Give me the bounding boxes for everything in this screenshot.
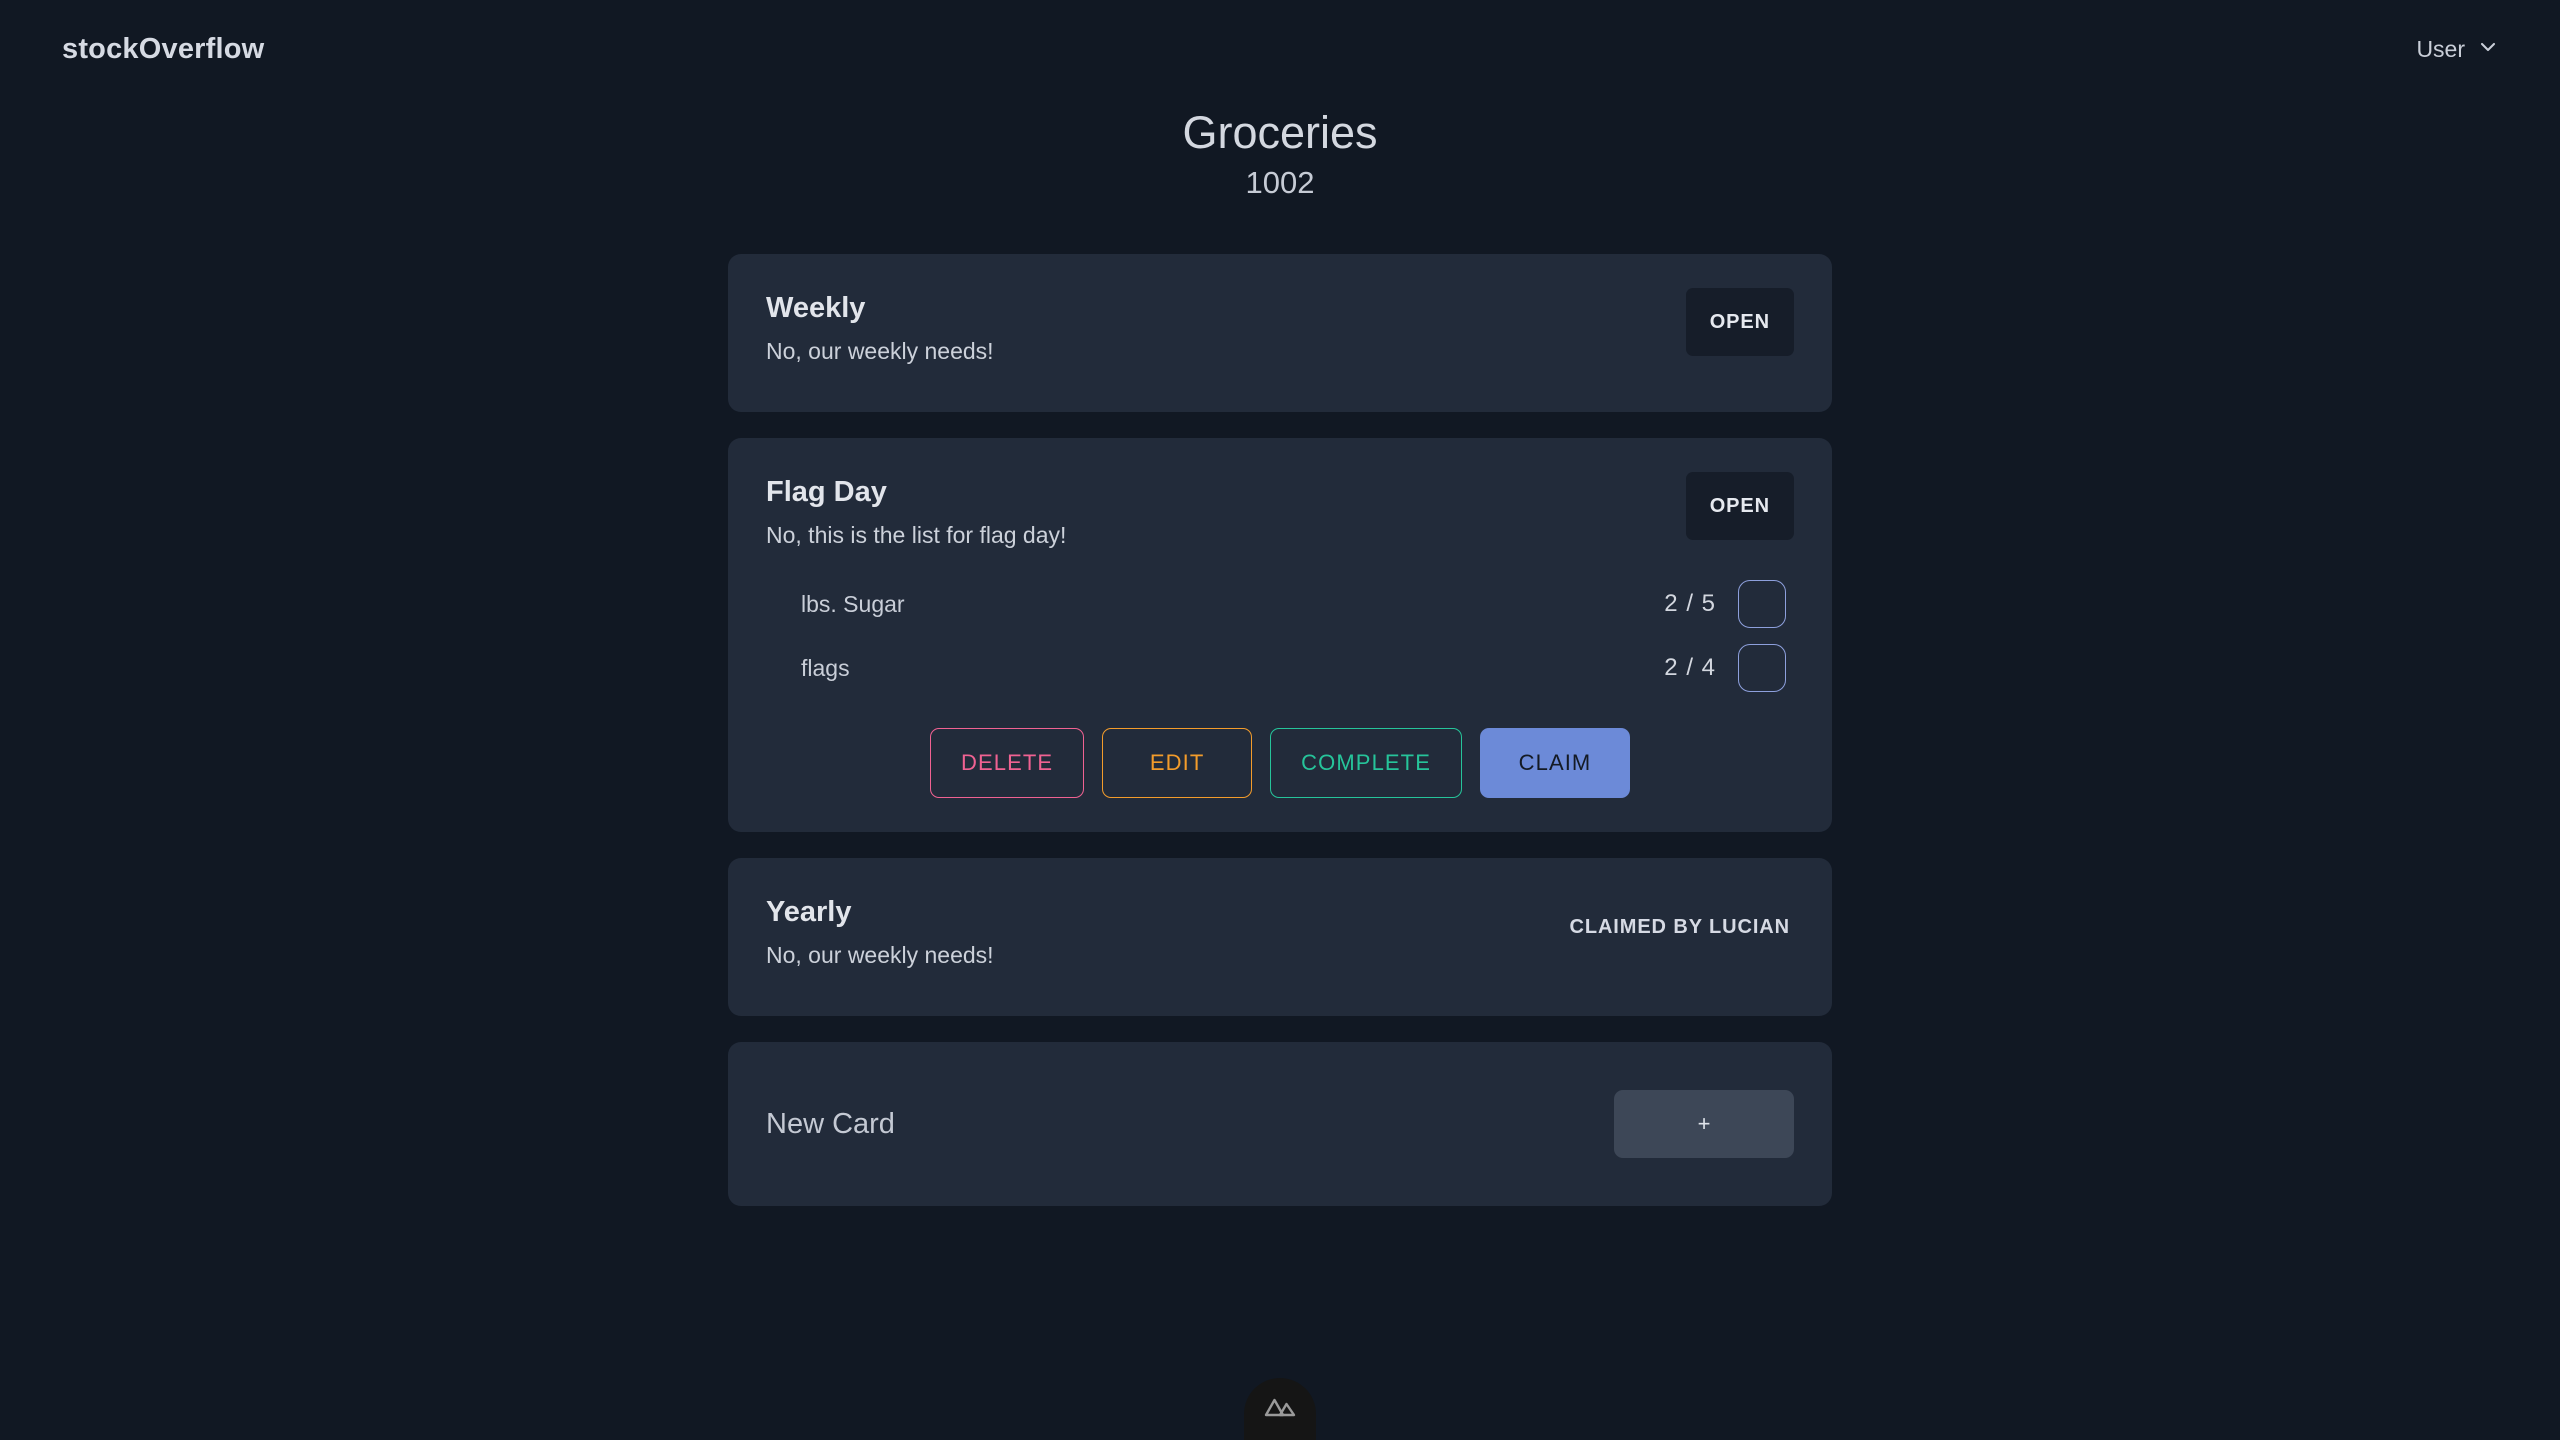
item-list: lbs. Sugar 2 / 5 flags 2 / 4	[766, 580, 1794, 693]
list-card-flag-day[interactable]: Flag Day No, this is the list for flag d…	[728, 438, 1832, 833]
top-bar: stockOverflow User	[0, 0, 2560, 98]
item-name: flags	[801, 654, 850, 681]
item-checkbox[interactable]	[1738, 644, 1786, 693]
card-title-group: Yearly No, our weekly needs!	[766, 892, 994, 971]
card-description: No, this is the list for flag day!	[766, 521, 1067, 548]
card-title-group: Flag Day No, this is the list for flag d…	[766, 472, 1066, 551]
card-title-group: Weekly No, our weekly needs!	[766, 288, 994, 367]
card-header: Yearly No, our weekly needs! CLAIMED BY …	[766, 892, 1794, 982]
new-card-title: New Card	[766, 1107, 895, 1140]
footer-logo-badge[interactable]	[1244, 1378, 1316, 1440]
user-menu[interactable]: User	[2416, 36, 2498, 63]
brand-logo[interactable]: stockOverflow	[62, 33, 264, 66]
card-header: New Card +	[766, 1076, 1794, 1172]
page-header: Groceries 1002	[0, 106, 2560, 201]
card-title: Weekly	[766, 292, 866, 325]
list-item: lbs. Sugar 2 / 5	[801, 580, 1786, 629]
item-status: 2 / 5	[1664, 580, 1786, 629]
page-subtitle: 1002	[1245, 165, 1315, 201]
new-card[interactable]: New Card +	[728, 1042, 1832, 1207]
card-description: No, our weekly needs!	[766, 337, 994, 364]
card-title: Yearly	[766, 896, 852, 929]
add-card-button[interactable]: +	[1614, 1090, 1794, 1159]
card-title: Flag Day	[766, 476, 887, 509]
item-count: 2 / 5	[1664, 590, 1716, 618]
card-list: Weekly No, our weekly needs! OPEN Flag D…	[728, 254, 1832, 1207]
open-button[interactable]: OPEN	[1685, 472, 1794, 541]
status-badge: CLAIMED BY LUCIAN	[1569, 916, 1790, 939]
open-button[interactable]: OPEN	[1685, 288, 1794, 357]
page-title: Groceries	[1182, 107, 1378, 158]
mountain-logo-icon	[1263, 1394, 1297, 1425]
complete-button[interactable]: COMPLETE	[1270, 728, 1462, 799]
card-header: Weekly No, our weekly needs! OPEN	[766, 288, 1794, 378]
user-menu-label: User	[2416, 35, 2465, 62]
list-card-weekly[interactable]: Weekly No, our weekly needs! OPEN	[728, 254, 1832, 413]
list-card-yearly[interactable]: Yearly No, our weekly needs! CLAIMED BY …	[728, 858, 1832, 1017]
card-description: No, our weekly needs!	[766, 941, 994, 968]
chevron-down-icon	[2478, 36, 2498, 63]
item-count: 2 / 4	[1664, 654, 1716, 682]
item-name: lbs. Sugar	[801, 590, 905, 617]
delete-button[interactable]: DELETE	[929, 728, 1085, 799]
card-header: Flag Day No, this is the list for flag d…	[766, 472, 1794, 562]
edit-button[interactable]: EDIT	[1102, 728, 1253, 799]
item-status: 2 / 4	[1664, 644, 1786, 693]
card-actions: DELETE EDIT COMPLETE CLAIM	[766, 728, 1794, 799]
item-checkbox[interactable]	[1738, 580, 1786, 629]
list-item: flags 2 / 4	[801, 644, 1786, 693]
claim-button[interactable]: CLAIM	[1480, 728, 1630, 799]
